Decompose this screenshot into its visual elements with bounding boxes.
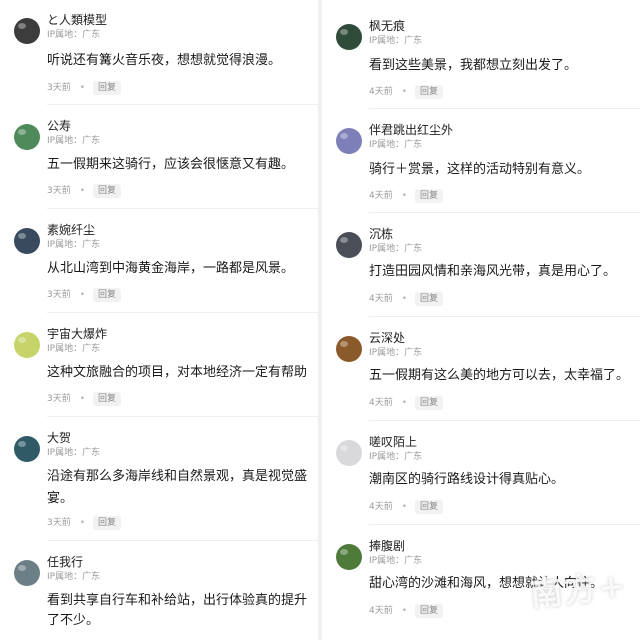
- comment-time: 3天前: [47, 186, 71, 196]
- comment-text: 骑行＋赏景，这样的活动特别有意义。: [369, 162, 591, 177]
- username[interactable]: 伴君跳出红尘外: [369, 122, 453, 138]
- user-avatar[interactable]: [336, 232, 362, 258]
- comment-text: 打造田园风情和亲海风光带，真是用心了。: [369, 264, 617, 279]
- username[interactable]: 大贺: [47, 430, 71, 446]
- username[interactable]: 捧腹剧: [369, 538, 405, 554]
- comment-panel-left: と人類模型 IP属地：广东 听说还有篝火音乐夜，想想就觉得浪漫。 3天前 • 回复 …: [0, 0, 318, 640]
- comment-meta: 3天前 • 回复: [47, 392, 122, 406]
- username[interactable]: 沉栋: [369, 226, 393, 242]
- comment-time: 3天前: [47, 518, 71, 528]
- user-avatar[interactable]: [14, 436, 40, 462]
- reply-button[interactable]: 回复: [415, 604, 444, 618]
- comment-time: 4天前: [369, 191, 393, 201]
- divider: [369, 420, 640, 421]
- ip-location: IP属地：广东: [47, 572, 101, 582]
- username[interactable]: 任我行: [47, 554, 83, 570]
- comment-text: 听说还有篝火音乐夜，想想就觉得浪漫。: [47, 53, 282, 68]
- ip-location: IP属地：广东: [369, 452, 423, 462]
- ip-location: IP属地：广东: [369, 244, 423, 254]
- reply-button[interactable]: 回复: [93, 288, 122, 302]
- reply-button[interactable]: 回复: [415, 292, 444, 306]
- username[interactable]: 云深处: [369, 330, 405, 346]
- reply-button[interactable]: 回复: [415, 85, 444, 99]
- comment-text: 看到共享自行车和补给站，出行体验真的提升: [47, 593, 308, 608]
- comment-panel-right: 枫无痕 IP属地：广东 看到这些美景，我都想立刻出发了。 4天前 • 回复 伴君跳出…: [322, 0, 640, 640]
- comment-meta: 4天前 • 回复: [369, 396, 444, 410]
- comment-meta: 3天前 • 回复: [47, 288, 122, 302]
- comment-time: 4天前: [369, 398, 393, 408]
- ip-location: IP属地：广东: [47, 448, 101, 458]
- comment-meta: 3天前 • 回复: [47, 81, 122, 95]
- comment-text: 五一假期有这么美的地方可以去，太幸福了。: [369, 368, 630, 383]
- comment-time: 4天前: [369, 87, 393, 97]
- user-avatar[interactable]: [14, 228, 40, 254]
- divider: [47, 208, 318, 209]
- ip-location: IP属地：广东: [47, 136, 101, 146]
- user-avatar[interactable]: [14, 18, 40, 44]
- username[interactable]: 公寿: [47, 118, 71, 134]
- divider: [47, 104, 318, 105]
- reply-button[interactable]: 回复: [93, 81, 122, 95]
- user-avatar[interactable]: [14, 332, 40, 358]
- comment-meta: 3天前 • 回复: [47, 516, 122, 530]
- reply-button[interactable]: 回复: [415, 189, 444, 203]
- ip-location: IP属地：广东: [369, 556, 423, 566]
- comment-text: 看到这些美景，我都想立刻出发了。: [369, 58, 578, 73]
- user-avatar[interactable]: [14, 560, 40, 586]
- username[interactable]: と人類模型: [47, 12, 107, 28]
- user-avatar[interactable]: [14, 124, 40, 150]
- comment-meta: 4天前 • 回复: [369, 292, 444, 306]
- ip-location: IP属地：广东: [47, 30, 101, 40]
- reply-button[interactable]: 回复: [415, 500, 444, 514]
- ip-location: IP属地：广东: [47, 344, 101, 354]
- comment-text: 沿途有那么多海岸线和自然景观，真是视觉盛: [47, 469, 308, 484]
- divider: [47, 540, 318, 541]
- ip-location: IP属地：广东: [369, 140, 423, 150]
- user-avatar[interactable]: [336, 336, 362, 362]
- comment-text-line2: 宴。: [47, 491, 74, 506]
- username[interactable]: 枫无痕: [369, 18, 405, 34]
- comment-text-line2: 了不少。: [47, 613, 100, 628]
- user-avatar[interactable]: [336, 24, 362, 50]
- username[interactable]: 嗟叹陌上: [369, 434, 417, 450]
- comment-time: 3天前: [47, 394, 71, 404]
- divider: [369, 212, 640, 213]
- divider: [47, 312, 318, 313]
- comment-text: 五一假期来这骑行，应该会很惬意又有趣。: [47, 157, 295, 172]
- divider: [47, 416, 318, 417]
- comment-meta: 4天前 • 回复: [369, 85, 444, 99]
- user-avatar[interactable]: [336, 544, 362, 570]
- comment-text: 潮南区的骑行路线设计得真贴心。: [369, 472, 565, 487]
- comment-text: 这种文旅融合的项目，对本地经济一定有帮助: [47, 365, 308, 380]
- comment-time: 4天前: [369, 606, 393, 616]
- reply-button[interactable]: 回复: [93, 184, 122, 198]
- comment-meta: 3天前 • 回复: [47, 184, 122, 198]
- username[interactable]: 素婉纤尘: [47, 222, 95, 238]
- comment-meta: 4天前 • 回复: [369, 189, 444, 203]
- comment-text: 从北山湾到中海黄金海岸，一路都是风景。: [47, 261, 295, 276]
- reply-button[interactable]: 回复: [93, 392, 122, 406]
- comment-time: 3天前: [47, 290, 71, 300]
- comment-time: 4天前: [369, 502, 393, 512]
- divider: [369, 108, 640, 109]
- ip-location: IP属地：广东: [369, 36, 423, 46]
- comment-meta: 4天前 • 回复: [369, 500, 444, 514]
- divider: [369, 524, 640, 525]
- ip-location: IP属地：广东: [47, 240, 101, 250]
- user-avatar[interactable]: [336, 128, 362, 154]
- divider: [369, 316, 640, 317]
- comment-meta: 4天前 • 回复: [369, 604, 444, 618]
- reply-button[interactable]: 回复: [93, 516, 122, 530]
- ip-location: IP属地：广东: [369, 348, 423, 358]
- comment-time: 3天前: [47, 83, 71, 93]
- reply-button[interactable]: 回复: [415, 396, 444, 410]
- user-avatar[interactable]: [336, 440, 362, 466]
- comment-time: 4天前: [369, 294, 393, 304]
- username[interactable]: 宇宙大爆炸: [47, 326, 107, 342]
